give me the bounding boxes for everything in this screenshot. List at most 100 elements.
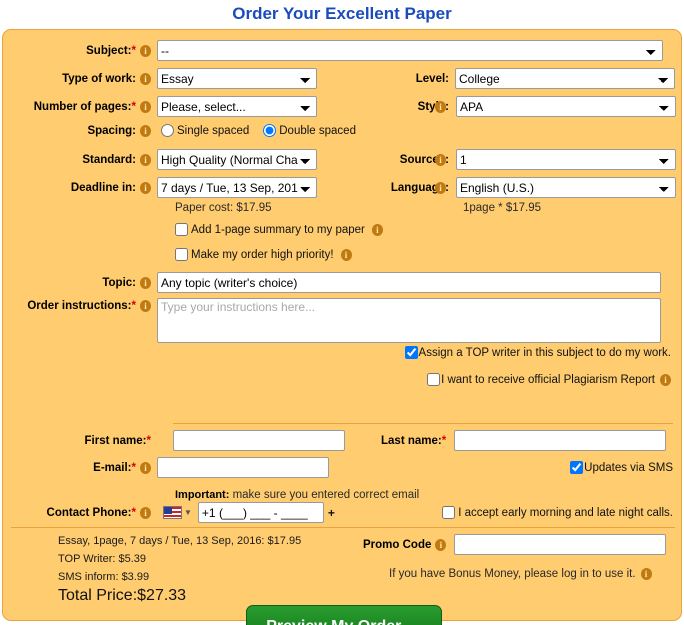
high-priority-option[interactable]: Make my order high priority! i: [175, 248, 352, 261]
add-summary-label: Add 1-page summary to my paper: [191, 223, 365, 236]
info-icon[interactable]: i: [435, 100, 446, 113]
info-icon[interactable]: i: [140, 72, 151, 85]
contact-phone-label: Contact Phone:*: [46, 506, 136, 519]
field-row-pages-style: Number of pages:* i Please, select... St…: [3, 96, 683, 117]
info-icon[interactable]: i: [340, 248, 352, 261]
summary-line-top-writer: TOP Writer: $5.39: [58, 553, 147, 565]
order-instructions-textarea[interactable]: [157, 298, 661, 343]
sms-updates-option[interactable]: Updates via SMS: [570, 461, 673, 474]
type-of-work-select[interactable]: Essay: [157, 68, 317, 89]
info-icon[interactable]: i: [640, 568, 652, 580]
page-title: Order Your Excellent Paper: [232, 4, 452, 23]
language-select[interactable]: English (U.S.): [456, 177, 676, 198]
field-row-spacing: Spacing: i Single spaced Double spaced: [3, 124, 683, 137]
field-row-order-instructions: Order instructions:* i: [3, 298, 683, 343]
contact-phone-input[interactable]: [197, 502, 324, 523]
required-asterisk: *: [146, 434, 151, 447]
required-asterisk: *: [131, 461, 136, 474]
order-instructions-label: Order instructions:*: [27, 300, 136, 312]
field-row-type-level: Type of work: i Essay Level: College: [3, 68, 683, 89]
first-name-input[interactable]: [173, 430, 345, 451]
plagiarism-label: I want to receive official Plagiarism Re…: [441, 373, 655, 386]
summary-line-sms: SMS inform: $3.99: [58, 571, 150, 583]
night-calls-option[interactable]: I accept early morning and late night ca…: [442, 506, 673, 519]
info-icon[interactable]: i: [140, 276, 151, 289]
info-icon[interactable]: i: [140, 124, 151, 137]
subject-select[interactable]: --: [157, 40, 663, 61]
spacing-single-radio[interactable]: [161, 124, 174, 137]
info-icon[interactable]: i: [435, 538, 447, 551]
field-row-topic: Topic: i: [3, 272, 683, 293]
add-summary-checkbox[interactable]: [175, 223, 188, 236]
style-label: Style:: [417, 100, 449, 113]
add-summary-option[interactable]: Add 1-page summary to my paper i: [175, 223, 383, 236]
summary-line-order: Essay, 1page, 7 days / Tue, 13 Sep, 2016…: [58, 535, 302, 547]
info-icon[interactable]: i: [140, 153, 151, 166]
info-icon[interactable]: i: [140, 506, 151, 519]
email-important-note: Important: make sure you entered correct…: [175, 485, 419, 503]
top-writer-option[interactable]: Assign a TOP writer in this subject to d…: [404, 346, 671, 359]
sms-updates-label: Updates via SMS: [584, 461, 673, 474]
style-select[interactable]: APA: [456, 96, 676, 117]
info-icon[interactable]: i: [435, 181, 446, 194]
last-name-input[interactable]: [454, 430, 667, 451]
topic-input[interactable]: [157, 272, 661, 293]
promo-code-row: Promo Code i: [363, 534, 667, 555]
standard-label: Standard:: [82, 153, 136, 166]
info-icon[interactable]: i: [435, 153, 446, 166]
field-row-standard-sources: Standard: i High Quality (Normal Cha Sou…: [3, 149, 683, 170]
info-icon[interactable]: i: [140, 44, 151, 57]
spacing-double-option[interactable]: Double spaced: [263, 124, 356, 137]
info-icon[interactable]: i: [140, 181, 151, 194]
info-icon[interactable]: i: [140, 100, 151, 113]
spacing-single-label: Single spaced: [177, 124, 250, 137]
info-icon[interactable]: i: [140, 300, 151, 312]
field-row-names: First name:* Last name:*: [3, 430, 683, 451]
us-flag-icon: [163, 506, 182, 519]
night-calls-label: I accept early morning and late night ca…: [458, 506, 673, 519]
preview-my-order-button[interactable]: Preview My Order →: [246, 605, 442, 625]
total-price: Total Price:$27.33: [58, 587, 187, 604]
plagiarism-checkbox[interactable]: [427, 373, 441, 386]
first-name-label: First name:*: [84, 434, 151, 447]
field-row-deadline-language: Deadline in: i 7 days / Tue, 13 Sep, 201…: [3, 177, 683, 198]
sms-updates-checkbox[interactable]: [570, 461, 584, 474]
deadline-label: Deadline in:: [70, 181, 136, 194]
paper-cost-text: Paper cost: $17.95: [175, 202, 272, 214]
top-writer-checkbox[interactable]: [404, 346, 418, 359]
field-row-subject: Subject:* i --: [3, 40, 683, 61]
info-icon[interactable]: i: [140, 461, 151, 474]
field-row-email: E-mail:* i Updates via SMS: [3, 457, 683, 478]
spacing-label: Spacing:: [87, 124, 136, 137]
top-writer-label: Assign a TOP writer in this subject to d…: [418, 346, 671, 359]
night-calls-checkbox[interactable]: [442, 506, 456, 519]
spacing-single-option[interactable]: Single spaced: [161, 124, 249, 137]
bonus-money-text: If you have Bonus Money, please log in t…: [389, 568, 636, 580]
topic-label: Topic:: [102, 276, 136, 289]
info-icon[interactable]: i: [660, 373, 671, 386]
number-of-pages-label: Number of pages:*: [33, 100, 136, 113]
bonus-money-note: If you have Bonus Money, please log in t…: [389, 568, 652, 580]
standard-select[interactable]: High Quality (Normal Cha: [157, 149, 317, 170]
number-of-pages-select[interactable]: Please, select...: [157, 96, 317, 117]
email-label: E-mail:*: [93, 461, 136, 474]
email-important-rest: make sure you entered correct email: [229, 489, 420, 501]
field-row-contact-phone: Contact Phone:* i ▼ + I accept early mor…: [3, 502, 683, 523]
spacing-double-radio[interactable]: [263, 124, 277, 137]
plagiarism-option[interactable]: I want to receive official Plagiarism Re…: [427, 373, 671, 386]
high-priority-checkbox[interactable]: [175, 248, 188, 261]
info-icon[interactable]: i: [371, 223, 383, 236]
last-name-label: Last name:*: [381, 434, 447, 447]
section-divider: [173, 423, 673, 424]
add-phone-button[interactable]: +: [328, 506, 335, 520]
sources-select[interactable]: 1: [456, 149, 676, 170]
per-page-cost-text: 1page * $17.95: [463, 202, 542, 214]
level-select[interactable]: College: [455, 68, 675, 89]
promo-code-input[interactable]: [454, 534, 667, 555]
order-form-panel: Subject:* i -- Type of work: i Essay Lev…: [2, 29, 683, 625]
email-input[interactable]: [157, 457, 329, 478]
deadline-select[interactable]: 7 days / Tue, 13 Sep, 201: [157, 177, 317, 198]
level-label: Level:: [415, 72, 449, 85]
country-code-selector[interactable]: ▼: [163, 506, 192, 519]
chevron-down-icon: ▼: [184, 508, 192, 517]
